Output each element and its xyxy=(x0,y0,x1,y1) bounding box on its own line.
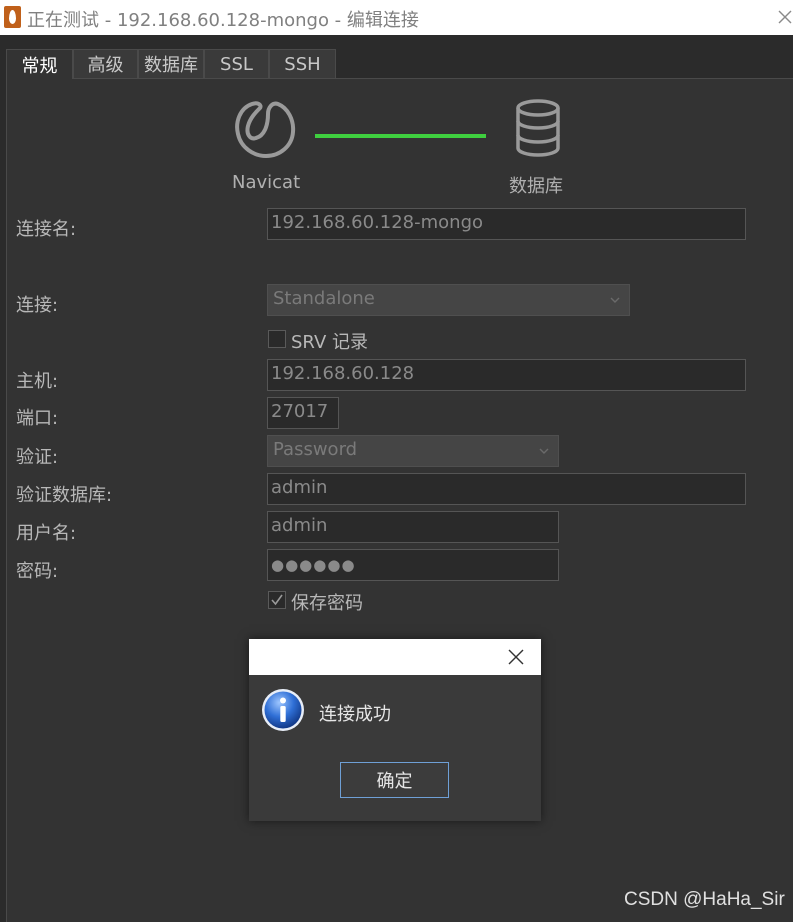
close-icon[interactable] xyxy=(507,648,525,666)
auth-select[interactable]: Password xyxy=(267,435,559,467)
connection-status-line xyxy=(315,134,486,138)
close-icon[interactable] xyxy=(776,8,793,26)
connection-name-input[interactable]: 192.168.60.128-mongo xyxy=(267,208,746,240)
tab-database[interactable]: 数据库 xyxy=(138,49,204,78)
chevron-down-icon xyxy=(610,297,620,303)
connection-success-dialog: 连接成功 确定 xyxy=(249,639,541,821)
host-label: 主机: xyxy=(16,371,59,392)
username-label: 用户名: xyxy=(16,523,77,544)
srv-record-checkbox[interactable] xyxy=(268,330,286,348)
connection-type-select[interactable]: Standalone xyxy=(267,284,630,316)
database-icon xyxy=(516,99,560,157)
save-password-checkbox[interactable] xyxy=(268,591,286,609)
tab-ssh[interactable]: SSH xyxy=(269,49,336,78)
password-label: 密码: xyxy=(16,561,59,582)
chevron-down-icon xyxy=(539,448,549,454)
watermark: CSDN @HaHa_Sir xyxy=(624,889,785,910)
info-icon xyxy=(262,689,304,731)
host-input[interactable]: 192.168.60.128 xyxy=(267,359,746,391)
title-bar: 正在测试 - 192.168.60.128-mongo - 编辑连接 xyxy=(0,0,793,35)
tab-divider xyxy=(6,78,793,79)
tab-general[interactable]: 常规 xyxy=(6,49,73,79)
auth-label: 验证: xyxy=(16,447,59,468)
save-password-label: 保存密码 xyxy=(291,593,363,614)
password-input[interactable]: ●●●●●● xyxy=(267,549,559,581)
auth-value: Password xyxy=(273,439,358,460)
checkmark-icon xyxy=(271,594,283,606)
connection-name-label: 连接名: xyxy=(16,219,77,240)
connection-type-value: Standalone xyxy=(273,288,375,309)
connection-type-label: 连接: xyxy=(16,295,59,316)
auth-database-label: 验证数据库: xyxy=(16,485,113,506)
dialog-message: 连接成功 xyxy=(319,704,391,725)
window-title: 正在测试 - 192.168.60.128-mongo - 编辑连接 xyxy=(27,10,419,31)
srv-record-label: SRV 记录 xyxy=(291,332,368,353)
port-label: 端口: xyxy=(16,408,59,429)
port-input[interactable]: 27017 xyxy=(267,397,339,429)
navicat-app-icon xyxy=(4,6,21,28)
dialog-title-bar xyxy=(249,639,541,675)
navicat-label: Navicat xyxy=(232,172,301,193)
database-label: 数据库 xyxy=(509,176,563,197)
navicat-logo-icon xyxy=(235,101,296,158)
ok-button[interactable]: 确定 xyxy=(340,762,449,798)
tab-ssl[interactable]: SSL xyxy=(204,49,269,78)
username-input[interactable]: admin xyxy=(267,511,559,543)
tab-advanced[interactable]: 高级 xyxy=(73,49,138,78)
auth-database-input[interactable]: admin xyxy=(267,473,746,505)
